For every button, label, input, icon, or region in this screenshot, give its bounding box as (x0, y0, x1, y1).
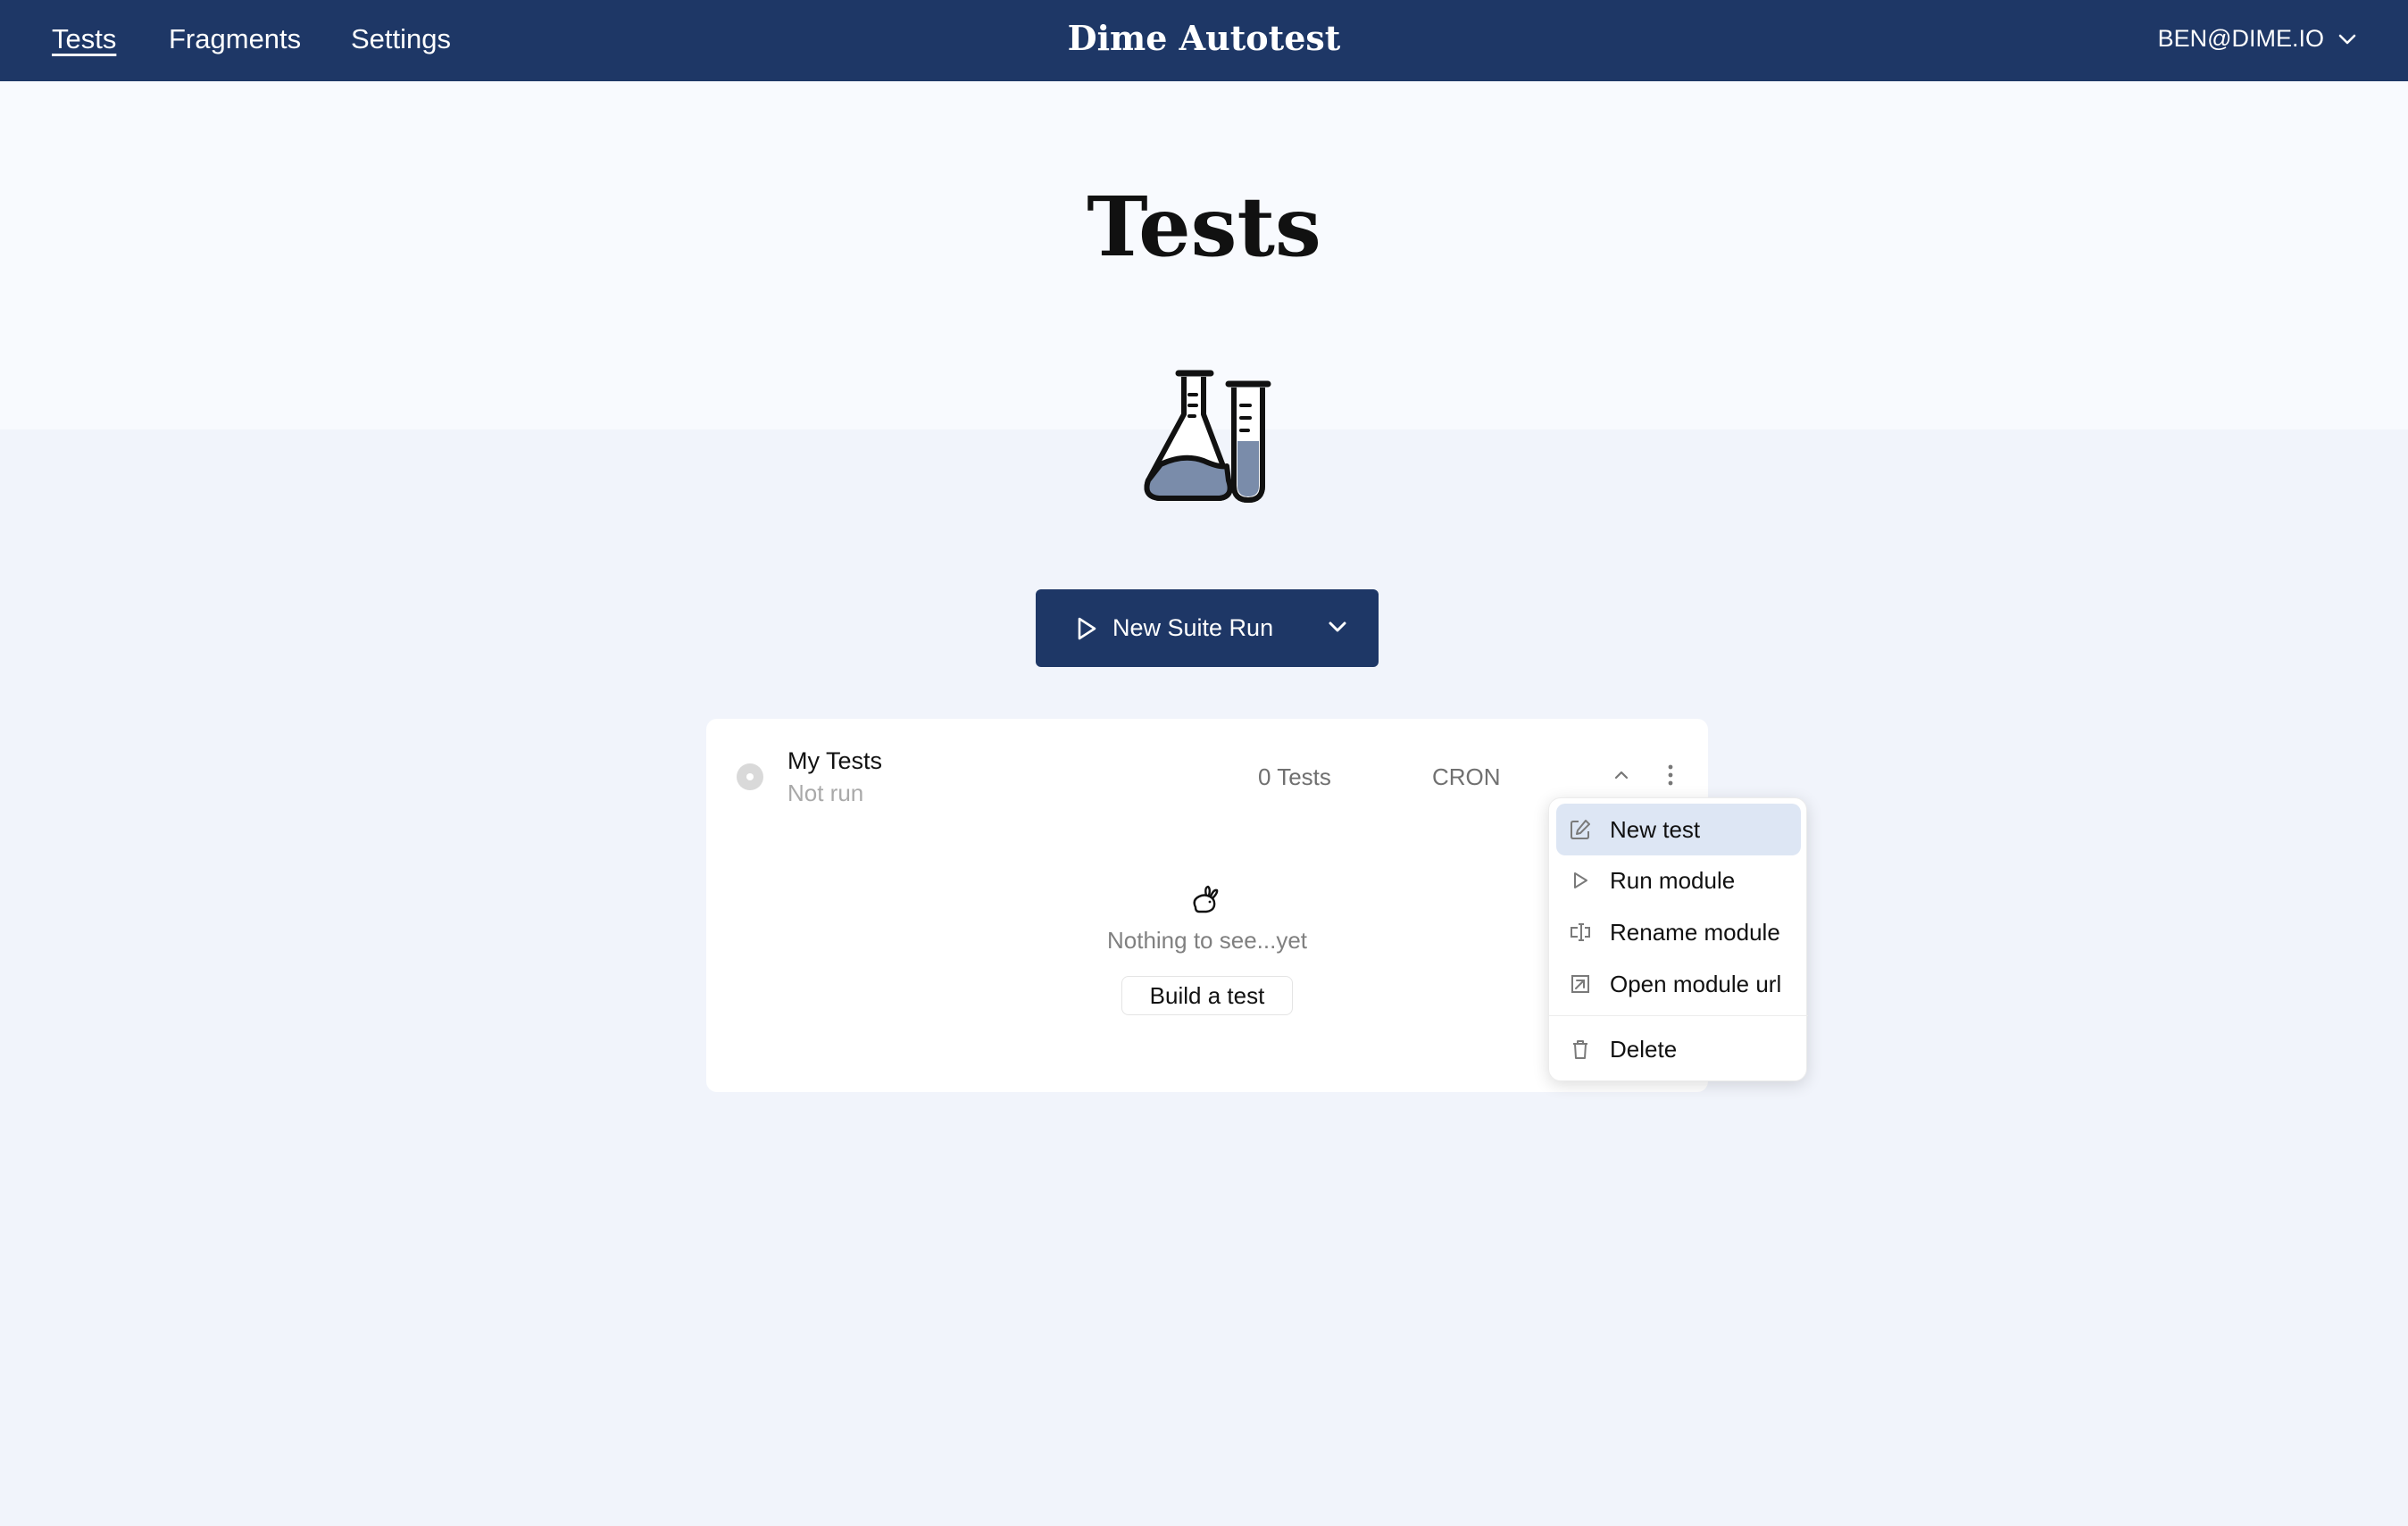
trash-icon (1573, 1040, 1587, 1059)
menu-item-label: Run module (1610, 866, 1736, 894)
user-email: BEN@DIME.IO (2157, 25, 2324, 52)
nav-link-tests[interactable]: Tests (52, 23, 116, 55)
menu-item-delete[interactable]: Delete (1556, 1023, 1801, 1075)
cron-schedule[interactable]: CRON (1432, 763, 1501, 791)
module-status: Not run (787, 780, 864, 806)
status-indicator (737, 763, 763, 790)
chevron-down-icon[interactable] (1325, 614, 1350, 639)
nav-link-settings[interactable]: Settings (351, 23, 451, 55)
edit-icon (1571, 820, 1590, 839)
flask-test-tube-icon (1144, 370, 1271, 504)
menu-item-label: Open module url (1610, 970, 1782, 997)
test-count: 0 Tests (1258, 763, 1331, 790)
suite-run-main[interactable]: New Suite Run (1075, 614, 1273, 642)
external-link-icon (1571, 975, 1589, 993)
nav-link-fragments[interactable]: Fragments (169, 23, 301, 55)
chevron-up-icon[interactable] (1610, 763, 1633, 787)
menu-divider (1549, 1015, 1808, 1016)
menu-item-label: New test (1610, 815, 1701, 843)
module-name: My Tests (787, 747, 883, 774)
menu-item-rename-module[interactable]: Rename module (1556, 906, 1801, 958)
play-icon (1574, 872, 1587, 888)
text-cursor-icon (1571, 923, 1590, 941)
more-vertical-icon[interactable] (1662, 762, 1679, 788)
brand-text: Dime Autotest (1067, 18, 1341, 58)
menu-item-run-module[interactable]: Run module (1556, 855, 1801, 906)
new-suite-run-button[interactable]: New Suite Run (1036, 589, 1379, 667)
user-menu[interactable]: BEN@DIME.IO (2158, 25, 2358, 53)
chevron-down-icon (2338, 34, 2356, 44)
menu-item-open-module-url[interactable]: Open module url (1556, 958, 1801, 1010)
play-icon (1078, 617, 1096, 639)
page-title: Tests (1087, 179, 1321, 275)
menu-item-new-test[interactable]: New test (1556, 804, 1801, 855)
module-context-menu: New test Run module Rename module Open m… (1548, 797, 1808, 1081)
top-navbar: Tests Fragments Settings Dime Autotest B… (0, 0, 2408, 81)
suite-run-label: New Suite Run (1112, 614, 1274, 641)
menu-item-label: Rename module (1610, 918, 1780, 946)
rabbit-icon (1193, 885, 1219, 913)
build-test-button[interactable]: Build a test (1121, 976, 1293, 1015)
menu-item-label: Delete (1610, 1035, 1678, 1063)
